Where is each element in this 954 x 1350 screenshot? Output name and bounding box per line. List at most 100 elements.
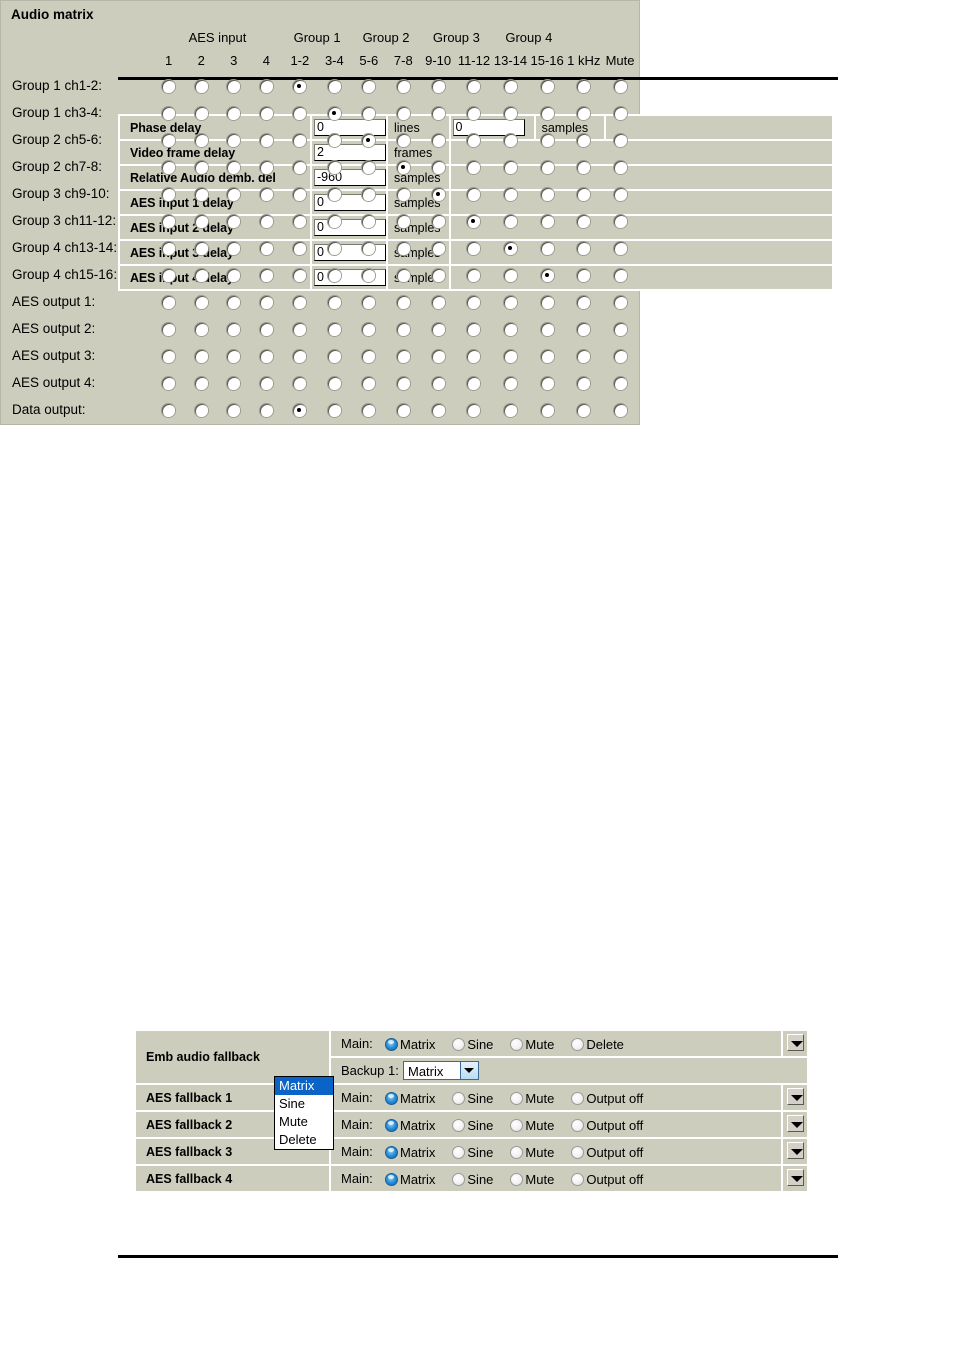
matrix-radio[interactable] xyxy=(577,296,591,310)
matrix-cell[interactable] xyxy=(603,316,637,341)
matrix-radio[interactable] xyxy=(540,377,554,391)
matrix-radio[interactable] xyxy=(362,80,376,94)
matrix-radio[interactable] xyxy=(504,188,517,202)
matrix-cell[interactable] xyxy=(318,370,351,395)
matrix-radio-selected[interactable] xyxy=(293,404,307,418)
dropdown-option[interactable]: Mute xyxy=(275,1113,333,1131)
matrix-cell[interactable] xyxy=(456,343,492,368)
matrix-radio[interactable] xyxy=(431,161,445,175)
matrix-radio[interactable] xyxy=(540,404,554,418)
matrix-cell[interactable] xyxy=(387,289,420,314)
matrix-radio[interactable] xyxy=(467,350,481,364)
matrix-radio[interactable] xyxy=(194,404,208,418)
matrix-radio[interactable] xyxy=(431,296,445,310)
matrix-radio[interactable] xyxy=(540,296,554,310)
fallback-option[interactable]: Output off xyxy=(571,1144,643,1160)
matrix-cell[interactable] xyxy=(218,343,250,368)
matrix-radio[interactable] xyxy=(431,215,445,229)
matrix-cell[interactable] xyxy=(421,289,455,314)
matrix-cell[interactable] xyxy=(493,343,528,368)
matrix-radio[interactable] xyxy=(540,80,554,94)
matrix-radio[interactable] xyxy=(431,269,445,283)
matrix-radio[interactable] xyxy=(467,377,481,391)
matrix-cell[interactable] xyxy=(352,370,386,395)
matrix-radio[interactable] xyxy=(194,80,208,94)
matrix-radio[interactable] xyxy=(396,296,410,310)
matrix-cell[interactable] xyxy=(352,289,386,314)
fallback-radio[interactable] xyxy=(510,1091,524,1105)
matrix-radio[interactable] xyxy=(227,377,241,391)
triangle-down-icon[interactable] xyxy=(786,1033,804,1051)
matrix-radio[interactable] xyxy=(540,188,554,202)
matrix-radio[interactable] xyxy=(362,296,376,310)
fallback-radio[interactable] xyxy=(452,1145,466,1159)
matrix-radio[interactable] xyxy=(396,404,410,418)
matrix-radio[interactable] xyxy=(162,377,176,391)
matrix-radio[interactable] xyxy=(327,296,341,310)
matrix-radio[interactable] xyxy=(577,404,591,418)
matrix-radio-selected[interactable] xyxy=(540,269,554,283)
matrix-radio[interactable] xyxy=(259,242,273,256)
matrix-radio[interactable] xyxy=(259,269,273,283)
fallback-option[interactable]: Mute xyxy=(510,1036,554,1052)
matrix-radio-selected[interactable] xyxy=(327,107,341,121)
fallback-expand-cell[interactable] xyxy=(783,1085,807,1110)
matrix-cell[interactable] xyxy=(251,370,282,395)
matrix-radio[interactable] xyxy=(327,161,341,175)
matrix-radio[interactable] xyxy=(431,377,445,391)
fallback-radio[interactable] xyxy=(452,1091,466,1105)
delay-input-primary[interactable] xyxy=(314,119,386,137)
matrix-cell[interactable] xyxy=(251,397,282,422)
matrix-radio[interactable] xyxy=(613,350,627,364)
fallback-option[interactable]: Mute xyxy=(510,1090,554,1106)
fallback-expand-cell[interactable] xyxy=(783,1166,807,1191)
matrix-radio[interactable] xyxy=(504,161,517,175)
fallback-radio[interactable] xyxy=(510,1145,524,1159)
matrix-cell[interactable] xyxy=(456,316,492,341)
matrix-cell[interactable] xyxy=(421,316,455,341)
matrix-radio[interactable] xyxy=(293,350,307,364)
fallback-option[interactable]: Output off xyxy=(571,1090,643,1106)
fallback-option[interactable]: Sine xyxy=(452,1090,493,1106)
dropdown-option[interactable]: Sine xyxy=(275,1095,333,1113)
matrix-radio[interactable] xyxy=(396,269,410,283)
matrix-radio[interactable] xyxy=(259,80,273,94)
matrix-cell[interactable] xyxy=(318,289,351,314)
backup1-select[interactable]: Matrix xyxy=(403,1061,479,1080)
matrix-radio[interactable] xyxy=(327,242,341,256)
backup1-dropdown-list[interactable]: Matrix Sine Mute Delete xyxy=(274,1076,334,1150)
matrix-cell[interactable] xyxy=(566,397,602,422)
matrix-radio[interactable] xyxy=(327,377,341,391)
matrix-cell[interactable] xyxy=(421,370,455,395)
fallback-option[interactable]: Matrix xyxy=(385,1171,435,1187)
matrix-radio[interactable] xyxy=(613,242,627,256)
matrix-radio[interactable] xyxy=(613,215,627,229)
triangle-down-icon[interactable] xyxy=(786,1141,804,1159)
matrix-radio[interactable] xyxy=(194,377,208,391)
matrix-cell[interactable] xyxy=(387,316,420,341)
matrix-radio[interactable] xyxy=(194,269,208,283)
dropdown-option[interactable]: Matrix xyxy=(275,1077,333,1095)
fallback-radio-selected[interactable] xyxy=(385,1145,398,1159)
matrix-cell[interactable] xyxy=(283,370,317,395)
matrix-radio[interactable] xyxy=(227,80,241,94)
matrix-radio[interactable] xyxy=(396,134,410,148)
matrix-radio[interactable] xyxy=(194,107,208,121)
matrix-radio[interactable] xyxy=(540,350,554,364)
fallback-radio[interactable] xyxy=(510,1118,524,1132)
matrix-radio[interactable] xyxy=(259,188,273,202)
matrix-cell[interactable] xyxy=(185,370,217,395)
fallback-radio[interactable] xyxy=(452,1118,466,1132)
fallback-radio[interactable] xyxy=(571,1145,585,1159)
matrix-radio[interactable] xyxy=(431,107,445,121)
matrix-radio[interactable] xyxy=(613,377,627,391)
matrix-cell[interactable] xyxy=(218,397,250,422)
matrix-radio[interactable] xyxy=(613,269,627,283)
fallback-radio[interactable] xyxy=(571,1118,585,1132)
fallback-radio[interactable] xyxy=(510,1172,524,1186)
matrix-radio[interactable] xyxy=(327,323,341,337)
delay-input-primary[interactable] xyxy=(314,169,386,187)
matrix-radio[interactable] xyxy=(162,323,176,337)
fallback-option[interactable]: Mute xyxy=(510,1171,554,1187)
fallback-option[interactable]: Matrix xyxy=(385,1090,435,1106)
